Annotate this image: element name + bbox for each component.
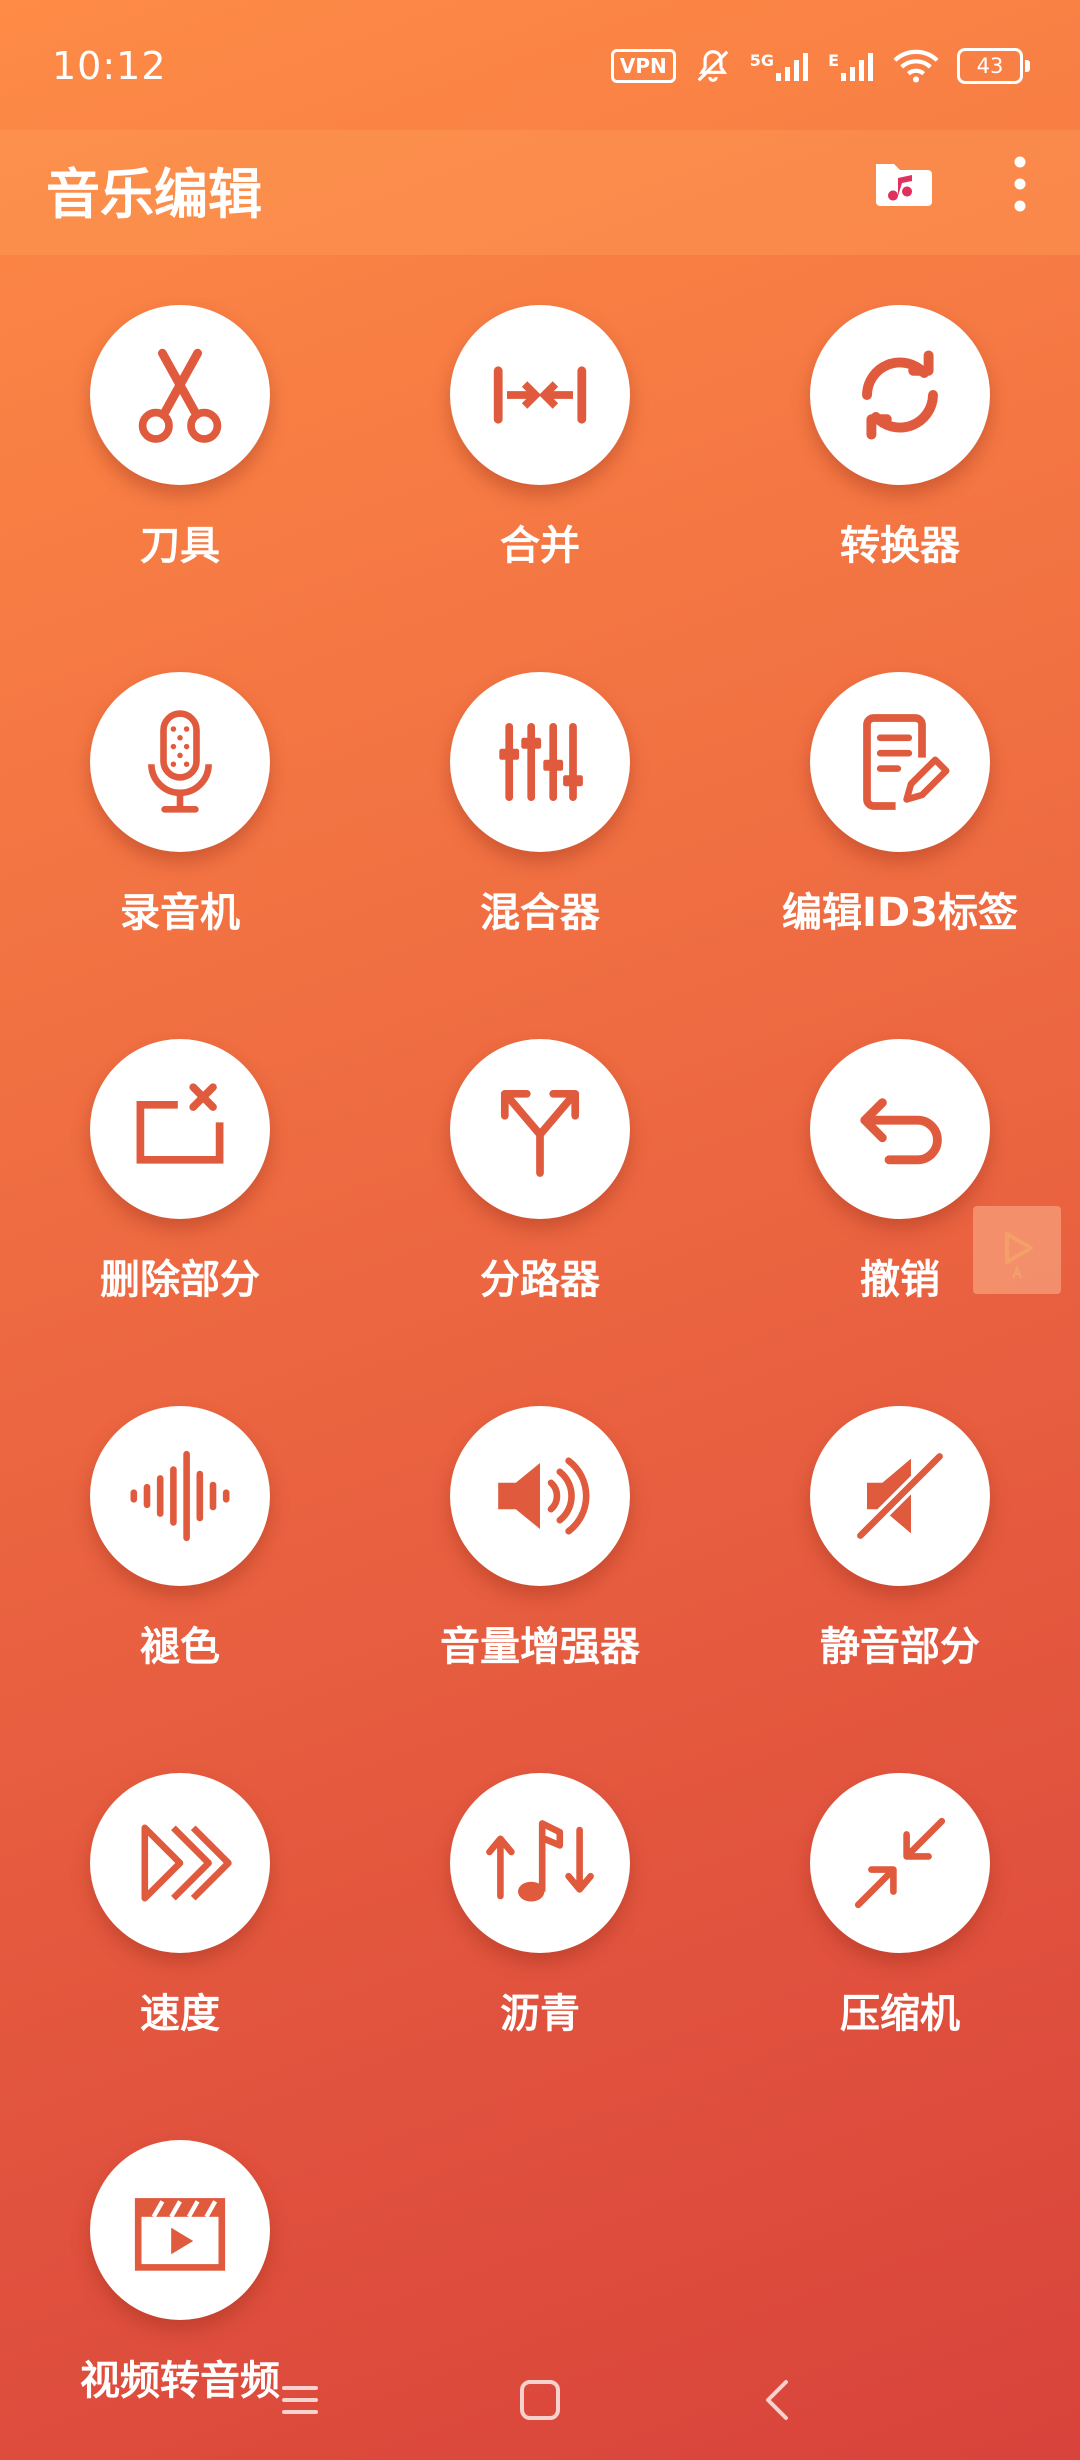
pitch-icon bbox=[486, 1820, 594, 1902]
signal-e-icon: E bbox=[828, 51, 875, 81]
home-square-icon bbox=[520, 2380, 560, 2420]
wifi-icon bbox=[893, 49, 939, 83]
tool-label: 混合器 bbox=[480, 890, 600, 936]
volume-up-icon bbox=[498, 1457, 590, 1535]
waveform-icon bbox=[130, 1450, 230, 1542]
battery-level: 43 bbox=[957, 48, 1023, 84]
network-e-label: E bbox=[828, 51, 839, 70]
tool-circle[interactable] bbox=[450, 1039, 630, 1219]
tool-label: 音量增强器 bbox=[440, 1624, 640, 1670]
fast-forward-icon bbox=[141, 1824, 232, 1902]
tool-circle[interactable] bbox=[90, 1406, 270, 1586]
tool-edit-id3[interactable]: 编辑ID3标签 bbox=[730, 672, 1070, 962]
status-time: 10:12 bbox=[52, 44, 167, 88]
more-options-button[interactable] bbox=[1002, 152, 1038, 216]
more-vert-icon bbox=[1014, 156, 1026, 212]
play-icon bbox=[1005, 1232, 1033, 1279]
app-title: 音乐编辑 bbox=[46, 163, 262, 226]
tool-label: 合并 bbox=[500, 523, 580, 569]
tool-circle[interactable] bbox=[450, 672, 630, 852]
mute-notification-icon bbox=[697, 50, 729, 82]
tool-circle[interactable] bbox=[90, 1039, 270, 1219]
tool-converter[interactable]: 转换器 bbox=[730, 305, 1070, 595]
tool-speed[interactable]: 速度 bbox=[10, 1773, 350, 2063]
menu-lines-icon bbox=[282, 2386, 318, 2414]
remove-part-icon bbox=[136, 1083, 224, 1164]
signal-5g-icon: 5G bbox=[750, 51, 810, 81]
mute-icon bbox=[853, 1449, 947, 1543]
tool-circle[interactable] bbox=[450, 305, 630, 485]
microphone-icon bbox=[148, 710, 212, 813]
tool-circle[interactable] bbox=[810, 672, 990, 852]
tool-cutter[interactable]: 刀具 bbox=[10, 305, 350, 595]
compress-icon bbox=[854, 1817, 946, 1909]
edit-document-icon bbox=[863, 714, 950, 810]
video-clapper-icon bbox=[134, 2198, 226, 2271]
tool-label: 转换器 bbox=[840, 523, 960, 569]
app-bar: 音乐编辑 bbox=[0, 130, 1080, 255]
tool-label: 删除部分 bbox=[100, 1257, 260, 1303]
nav-recents-button[interactable] bbox=[270, 2370, 330, 2430]
tool-circle[interactable] bbox=[450, 1773, 630, 1953]
music-folder-button[interactable] bbox=[872, 152, 932, 212]
merge-icon bbox=[493, 366, 587, 424]
vpn-badge: VPN bbox=[610, 49, 676, 83]
battery-icon: 43 bbox=[957, 48, 1030, 84]
tool-mixer[interactable]: 混合器 bbox=[370, 672, 710, 962]
tool-circle[interactable] bbox=[810, 305, 990, 485]
tool-fade[interactable]: 褪色 bbox=[10, 1406, 350, 1696]
tool-label: 沥青 bbox=[500, 1991, 580, 2037]
tool-label: 分路器 bbox=[480, 1257, 600, 1303]
network-5g-label: 5G bbox=[749, 51, 775, 70]
tool-label: 静音部分 bbox=[820, 1624, 980, 1670]
status-bar: 10:12 VPN 5G E 43 bbox=[0, 0, 1080, 130]
tool-circle[interactable] bbox=[810, 1039, 990, 1219]
tool-mute-part[interactable]: 静音部分 bbox=[730, 1406, 1070, 1696]
tool-label: 速度 bbox=[140, 1991, 220, 2037]
tool-label: 编辑ID3标签 bbox=[782, 890, 1018, 936]
music-folder-icon bbox=[876, 164, 932, 206]
split-icon bbox=[500, 1089, 580, 1177]
undo-icon bbox=[860, 1098, 942, 1165]
back-chevron-icon bbox=[766, 2380, 788, 2420]
tool-label: 刀具 bbox=[140, 523, 220, 569]
sliders-icon bbox=[499, 722, 583, 802]
sync-icon bbox=[862, 350, 938, 440]
tool-circle[interactable] bbox=[90, 1773, 270, 1953]
scissors-icon bbox=[138, 348, 222, 443]
tool-circle[interactable] bbox=[810, 1406, 990, 1586]
tool-circle[interactable] bbox=[90, 2140, 270, 2320]
floating-play-button[interactable] bbox=[973, 1206, 1061, 1294]
tool-circle[interactable] bbox=[450, 1406, 630, 1586]
system-nav-bar bbox=[0, 2340, 1080, 2450]
tool-pitch[interactable]: 沥青 bbox=[370, 1773, 710, 2063]
tool-delete-part[interactable]: 删除部分 bbox=[10, 1039, 350, 1329]
tool-compressor[interactable]: 压缩机 bbox=[730, 1773, 1070, 2063]
tool-label: 褪色 bbox=[140, 1624, 220, 1670]
tool-recorder[interactable]: 录音机 bbox=[10, 672, 350, 962]
tool-volume-booster[interactable]: 音量增强器 bbox=[370, 1406, 710, 1696]
tool-label: 录音机 bbox=[120, 890, 240, 936]
tool-label: 压缩机 bbox=[840, 1991, 960, 2037]
tool-merge[interactable]: 合并 bbox=[370, 305, 710, 595]
tool-splitter[interactable]: 分路器 bbox=[370, 1039, 710, 1329]
nav-back-button[interactable] bbox=[748, 2370, 808, 2430]
tool-circle[interactable] bbox=[90, 672, 270, 852]
status-icons: VPN 5G E 43 bbox=[610, 44, 1030, 88]
tool-circle[interactable] bbox=[810, 1773, 990, 1953]
nav-home-button[interactable] bbox=[510, 2370, 570, 2430]
tool-circle[interactable] bbox=[90, 305, 270, 485]
